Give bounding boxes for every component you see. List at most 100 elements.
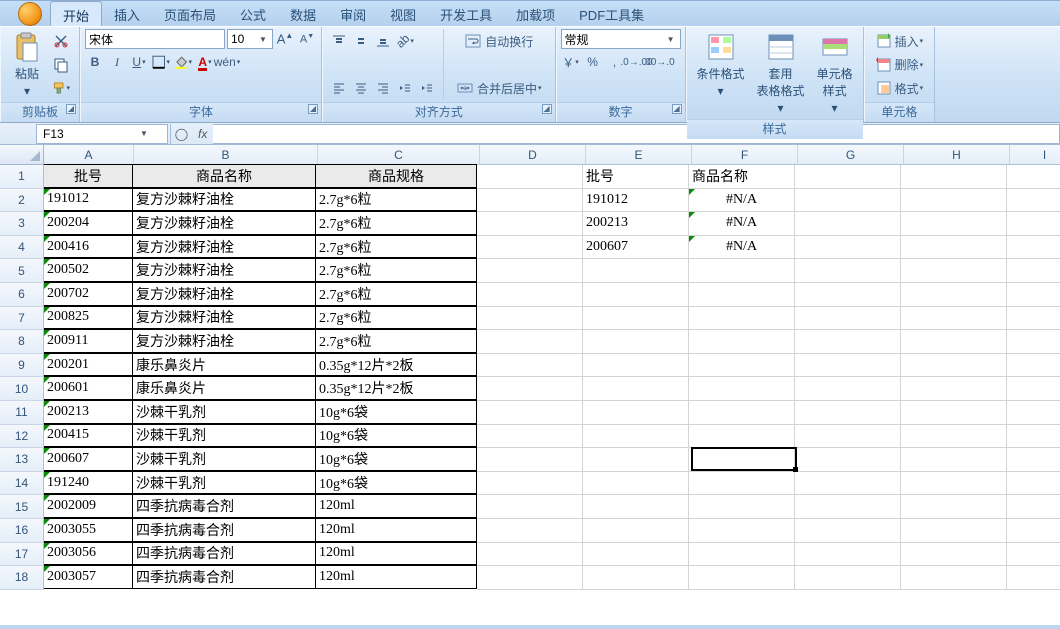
copy-button[interactable] [51, 55, 71, 75]
row-header-5[interactable]: 5 [0, 259, 44, 283]
cell[interactable] [901, 425, 1007, 449]
cell[interactable]: 沙棘干乳剂 [132, 400, 316, 424]
cell[interactable] [689, 259, 795, 283]
cell[interactable]: 0.35g*12片*2板 [315, 353, 477, 377]
cell[interactable] [901, 212, 1007, 236]
cell[interactable] [1007, 519, 1060, 543]
cell[interactable] [477, 354, 583, 378]
row-header-3[interactable]: 3 [0, 212, 44, 236]
cell[interactable]: 0.35g*12片*2板 [315, 376, 477, 400]
cell[interactable]: 200204 [44, 211, 133, 235]
dialog-launcher-icon[interactable]: ◢ [308, 104, 318, 114]
underline-button[interactable]: U▾ [129, 52, 149, 72]
cell-grid[interactable]: 批号商品名称商品规格批号商品名称191012复方沙棘籽油栓2.7g*6粒1910… [44, 165, 1060, 590]
cell[interactable] [901, 448, 1007, 472]
cell[interactable]: #N/A [689, 236, 795, 260]
cell[interactable] [795, 448, 901, 472]
dropdown-icon[interactable]: ▼ [257, 35, 269, 44]
cell[interactable] [901, 307, 1007, 331]
dialog-launcher-icon[interactable]: ◢ [66, 104, 76, 114]
cell[interactable]: 复方沙棘籽油栓 [132, 235, 316, 259]
grow-font-button[interactable]: A▲ [275, 29, 295, 49]
cell[interactable] [477, 307, 583, 331]
cell[interactable]: 200416 [44, 235, 133, 259]
cell[interactable] [689, 354, 795, 378]
cell[interactable]: 2002009 [44, 494, 133, 518]
cell[interactable]: 200911 [44, 329, 133, 353]
font-name-input[interactable] [89, 32, 244, 46]
cell[interactable]: 120ml [315, 542, 477, 566]
cell[interactable] [1007, 165, 1060, 189]
insert-cells-button[interactable]: 插入▾ [871, 31, 929, 51]
col-header-D[interactable]: D [480, 145, 586, 165]
number-format-input[interactable] [565, 32, 665, 46]
cell[interactable] [583, 425, 689, 449]
tab-页面布局[interactable]: 页面布局 [152, 1, 228, 26]
cell[interactable] [795, 519, 901, 543]
cell[interactable] [477, 425, 583, 449]
cell[interactable] [795, 236, 901, 260]
merge-center-button[interactable]: a 合并后居中 ▾ [450, 78, 549, 98]
cell[interactable] [795, 401, 901, 425]
tab-审阅[interactable]: 审阅 [328, 1, 378, 26]
cell[interactable] [795, 425, 901, 449]
row-header-1[interactable]: 1 [0, 165, 44, 189]
cell[interactable] [477, 236, 583, 260]
cell[interactable]: 10g*6袋 [315, 471, 477, 495]
cell[interactable] [583, 495, 689, 519]
cell[interactable]: 2003057 [44, 565, 133, 589]
font-size-combo[interactable]: ▼ [227, 29, 273, 49]
cell[interactable] [795, 165, 901, 189]
cell[interactable] [1007, 283, 1060, 307]
cell[interactable] [1007, 472, 1060, 496]
cell[interactable]: 200415 [44, 424, 133, 448]
tab-公式[interactable]: 公式 [228, 1, 278, 26]
increase-indent-button[interactable] [417, 78, 437, 98]
cell[interactable] [795, 330, 901, 354]
cell[interactable]: 商品名称 [132, 164, 316, 188]
cell[interactable]: 200201 [44, 353, 133, 377]
tab-插入[interactable]: 插入 [102, 1, 152, 26]
cell[interactable]: 2.7g*6粒 [315, 306, 477, 330]
cell[interactable] [901, 472, 1007, 496]
cell[interactable] [477, 283, 583, 307]
fill-color-button[interactable]: ▾ [173, 52, 193, 72]
row-header-12[interactable]: 12 [0, 425, 44, 449]
row-header-11[interactable]: 11 [0, 401, 44, 425]
cell[interactable] [583, 543, 689, 567]
align-right-button[interactable] [373, 78, 393, 98]
tab-加载项[interactable]: 加载项 [504, 1, 567, 26]
dropdown-icon[interactable]: ▼ [665, 35, 677, 44]
cell[interactable]: 191012 [583, 189, 689, 213]
cell[interactable] [689, 401, 795, 425]
cell[interactable]: 200502 [44, 258, 133, 282]
cancel-formula-button[interactable]: ◯ [170, 124, 192, 144]
cell[interactable]: 200607 [44, 447, 133, 471]
cell[interactable]: 沙棘干乳剂 [132, 424, 316, 448]
cell[interactable] [1007, 189, 1060, 213]
cell[interactable] [1007, 307, 1060, 331]
cell[interactable]: 复方沙棘籽油栓 [132, 282, 316, 306]
cell[interactable] [1007, 212, 1060, 236]
cell[interactable] [689, 283, 795, 307]
cell[interactable] [689, 495, 795, 519]
cell[interactable]: 2.7g*6粒 [315, 235, 477, 259]
cell[interactable] [1007, 543, 1060, 567]
cell[interactable]: 10g*6袋 [315, 447, 477, 471]
cell[interactable]: #N/A [689, 212, 795, 236]
font-color-button[interactable]: A▾ [195, 52, 215, 72]
cell[interactable] [795, 495, 901, 519]
number-format-combo[interactable]: ▼ [561, 29, 681, 49]
tab-视图[interactable]: 视图 [378, 1, 428, 26]
cell[interactable] [477, 495, 583, 519]
cell[interactable] [795, 472, 901, 496]
cell[interactable]: 200825 [44, 306, 133, 330]
cell[interactable] [1007, 401, 1060, 425]
cell[interactable] [477, 189, 583, 213]
cell[interactable] [477, 377, 583, 401]
name-box[interactable]: ▼ [36, 124, 168, 144]
col-header-F[interactable]: F [692, 145, 798, 165]
cell[interactable]: 复方沙棘籽油栓 [132, 211, 316, 235]
cell[interactable] [477, 543, 583, 567]
cell[interactable] [795, 189, 901, 213]
